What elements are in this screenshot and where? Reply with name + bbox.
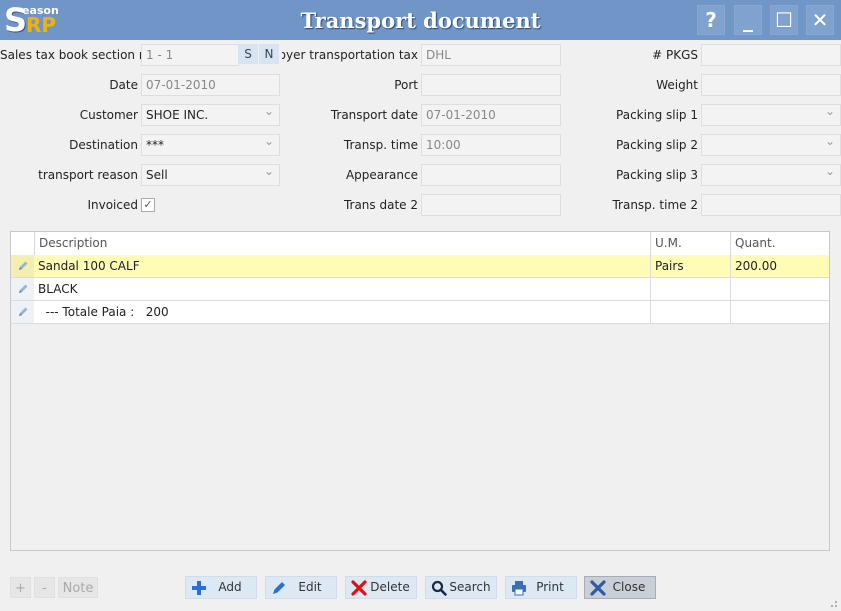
add-button[interactable]: Add [185,576,257,599]
row-um [650,278,730,300]
pencil-icon[interactable] [11,278,34,300]
table-row[interactable]: Sandal 100 CALF Pairs 200.00 [11,255,829,278]
row-quant [730,278,829,300]
s-button[interactable]: S [238,44,258,64]
packing2-label: Packing slip 2 [616,138,698,152]
print-button[interactable]: Print [505,576,577,599]
packing1-label: Packing slip 1 [616,108,698,122]
column-description[interactable]: Description [34,232,650,255]
row-um: Pairs [650,255,730,277]
row-quant: 200.00 [730,255,829,277]
port-field[interactable] [421,74,561,96]
minus-button[interactable]: - [34,577,55,598]
grid-header: Description U.M. Quant. [11,232,829,256]
pkgs-field[interactable] [701,44,841,66]
transp-time2-label: Transp. time 2 [612,198,698,212]
port-label: Port [394,78,418,92]
column-quant[interactable]: Quant. [730,232,829,255]
transp-time-label: Transp. time [343,138,418,152]
packing3-combo[interactable] [701,164,841,186]
section-field[interactable]: 1 - 1 [141,44,239,66]
search-button[interactable]: Search [425,576,497,599]
minimize-button[interactable]: _ [734,5,762,35]
table-row[interactable]: BLACK [11,278,829,301]
edit-button[interactable]: Edit [265,576,337,599]
transp-time-field[interactable]: 10:00 [421,134,561,156]
invoiced-label: Invoiced [87,198,138,212]
appearance-field[interactable] [421,164,561,186]
destination-label: Destination [69,138,138,152]
row-um [650,301,730,323]
destination-combo[interactable]: *** [141,134,280,156]
row-description: Sandal 100 CALF [38,259,140,273]
row-description: BLACK [38,282,78,296]
weight-label: Weight [656,78,698,92]
title-bar: S eason RP Transport document ? _ ☐ ✕ [0,0,841,40]
customer-combo[interactable]: SHOE INC. [141,104,280,126]
weight-field[interactable] [701,74,841,96]
plus-button[interactable]: + [10,577,31,598]
reason-label: transport reason [38,168,138,182]
customer-label: Customer [79,108,138,122]
maximize-button[interactable]: ☐ [770,5,798,35]
close-icon: ✕ [811,8,829,32]
help-icon: ? [705,8,717,32]
row-quant [730,301,829,323]
employer-field[interactable]: DHL [421,44,561,66]
row-description: --- Totale Paia : 200 [38,305,169,319]
pencil-icon[interactable] [11,301,34,323]
reason-combo[interactable]: Sell [141,164,280,186]
date-label: Date [109,78,138,92]
packing1-combo[interactable] [701,104,841,126]
section-label: Sales tax book section no. [0,48,158,62]
table-row[interactable]: --- Totale Paia : 200 [11,301,829,324]
close-button[interactable]: Close [584,576,656,599]
resize-grip-icon[interactable] [828,598,838,608]
employer-label: Employer transportation tax [282,48,418,62]
pkgs-label: # PKGS [652,48,698,62]
invoiced-checkbox[interactable]: ✓ [141,198,155,212]
trans-date2-field[interactable] [421,194,561,216]
maximize-icon: ☐ [775,8,793,32]
transport-date-label: Transport date [330,108,418,122]
trans-date2-label: Trans date 2 [343,198,418,212]
close-window-button[interactable]: ✕ [806,5,834,35]
pencil-icon[interactable] [11,255,34,277]
n-button[interactable]: N [259,44,279,64]
date-field[interactable]: 07-01-2010 [141,74,280,96]
note-button[interactable]: Note [58,577,98,598]
transp-time2-field[interactable] [701,194,841,216]
column-um[interactable]: U.M. [650,232,730,255]
items-grid[interactable]: Description U.M. Quant. Sandal 100 CALF … [10,231,830,551]
help-button[interactable]: ? [697,5,725,35]
packing3-label: Packing slip 3 [616,168,698,182]
appearance-label: Appearance [345,168,418,182]
delete-button[interactable]: Delete [345,576,417,599]
packing2-combo[interactable] [701,134,841,156]
transport-date-field[interactable]: 07-01-2010 [421,104,561,126]
minimize-icon: _ [743,8,753,32]
